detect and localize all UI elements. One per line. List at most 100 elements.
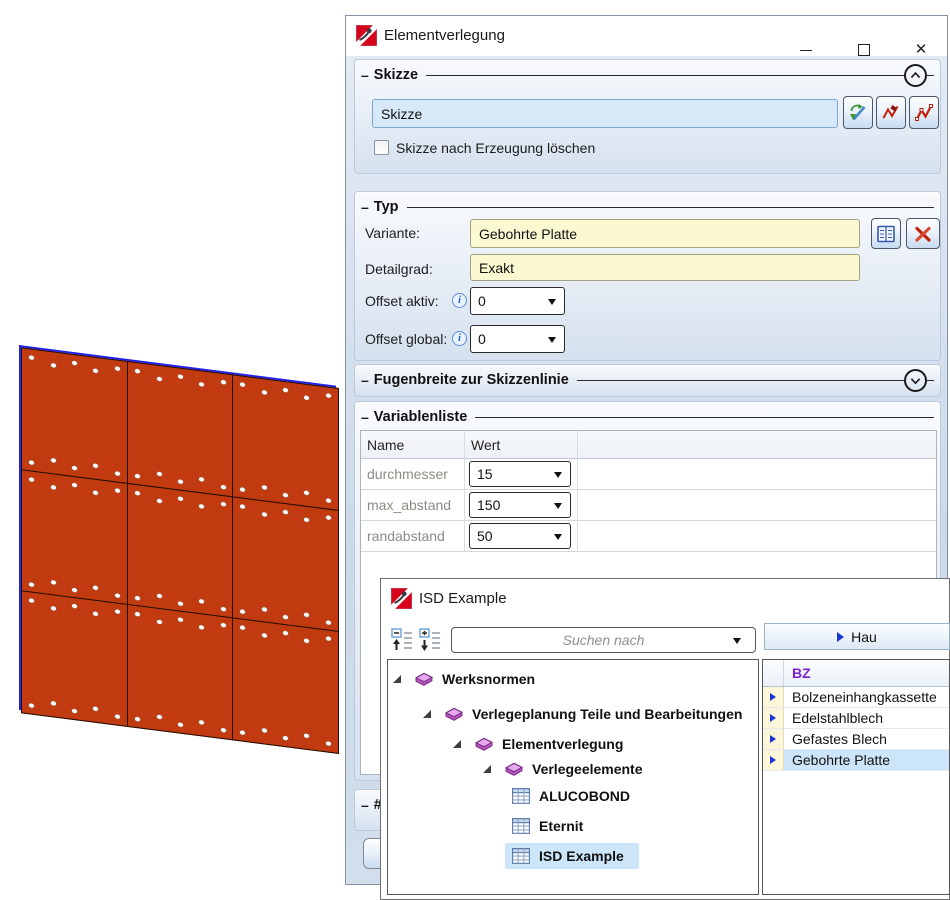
drill-hole	[157, 472, 162, 477]
plate-r1c1[interactable]	[127, 483, 234, 620]
catalog-select-button[interactable]	[871, 218, 901, 249]
chevron-down-icon	[733, 638, 741, 644]
table-icon	[512, 848, 530, 864]
apply-sketch-button[interactable]	[843, 96, 873, 129]
detailgrad-field[interactable]: Exakt	[470, 254, 860, 281]
plate-r2c0[interactable]	[21, 590, 128, 727]
drill-hole	[115, 488, 120, 493]
drill-hole	[72, 604, 77, 609]
collapse-all-button[interactable]	[391, 628, 413, 652]
drill-hole	[29, 477, 34, 482]
list-row-gebohrte-platte[interactable]: Gebohrte Platte	[763, 750, 949, 771]
drill-hole	[326, 620, 331, 625]
tree-expanded-icon[interactable]	[392, 674, 402, 684]
tree-item-elementverlegung[interactable]: Elementverlegung	[388, 731, 758, 757]
search-combobox[interactable]: Suchen nach	[451, 627, 756, 653]
info-icon: i	[452, 331, 467, 346]
drill-hole	[240, 730, 245, 735]
tree-item-verlegeelemente[interactable]: Verlegeelemente	[388, 756, 758, 782]
group-typ: – Typ Variante: Gebohrte Platte	[354, 191, 941, 361]
plate-r1c0[interactable]	[21, 469, 128, 606]
tree-expanded-icon[interactable]	[482, 764, 492, 774]
book-icon	[505, 761, 523, 777]
tree-expanded-icon[interactable]	[422, 709, 432, 719]
plate-r0c1[interactable]	[127, 361, 234, 498]
drill-hole	[326, 515, 331, 520]
delete-x-icon	[913, 224, 933, 244]
plate-r2c1[interactable]	[127, 604, 234, 741]
new-sketch-button[interactable]	[909, 96, 939, 129]
plate-r0c0[interactable]	[21, 347, 128, 484]
titlebar[interactable]: ISD Example	[381, 579, 949, 617]
drill-hole	[93, 585, 98, 590]
drill-hole	[221, 380, 226, 385]
list-row-gefastes-blech[interactable]: Gefastes Blech	[763, 729, 949, 750]
tree-item-eternit[interactable]: Eternit	[388, 813, 758, 839]
section-title-variablenliste: Variablenliste	[374, 409, 468, 425]
drill-hole	[135, 474, 140, 479]
drill-hole	[115, 471, 120, 476]
expand-all-button[interactable]	[419, 628, 441, 652]
variable-value-dropdown[interactable]: 15	[469, 461, 571, 487]
group-fugenbreite: – Fugenbreite zur Skizzenlinie	[354, 364, 941, 397]
row-arrow-icon	[770, 693, 776, 701]
drill-hole	[199, 599, 204, 604]
drill-hole	[157, 377, 162, 382]
drill-hole	[262, 390, 267, 395]
offset-aktiv-dropdown[interactable]: 0	[470, 287, 565, 315]
column-header-button[interactable]: Hau	[764, 623, 950, 650]
remove-variante-button[interactable]	[906, 218, 940, 249]
tree-item-label: ALUCOBOND	[539, 783, 630, 809]
drill-hole	[262, 607, 267, 612]
drill-hole	[199, 625, 204, 630]
chevron-down-icon	[554, 534, 562, 540]
variable-value-dropdown[interactable]: 50	[469, 523, 571, 549]
drill-hole	[199, 477, 204, 482]
delete-sketch-checkbox[interactable]	[374, 140, 389, 155]
row-arrow-icon	[770, 735, 776, 743]
drill-hole	[326, 393, 331, 398]
book-icon	[445, 706, 463, 722]
tree-item-isd-example[interactable]: ISD Example	[388, 843, 758, 869]
dialog-title: Elementverlegung	[384, 27, 505, 44]
variable-name: max_abstand	[367, 497, 451, 513]
drill-hole	[304, 491, 309, 496]
list-row-edelstahlblech[interactable]: Edelstahlblech	[763, 708, 949, 729]
table-icon	[512, 818, 530, 834]
drill-hole	[240, 504, 245, 509]
tree-item-alucobond[interactable]: ALUCOBOND	[388, 783, 758, 809]
drill-hole	[304, 518, 309, 523]
titlebar[interactable]: Elementverlegung ✕	[346, 16, 947, 56]
tree-expanded-icon[interactable]	[452, 739, 462, 749]
plate-r0c2[interactable]	[232, 374, 339, 511]
plate-r2c2[interactable]	[232, 617, 339, 754]
list-header-row: BZ	[763, 660, 949, 687]
drill-hole	[178, 479, 183, 484]
play-arrow-icon	[837, 632, 844, 642]
drill-hole	[135, 717, 140, 722]
drill-hole	[51, 606, 56, 611]
drill-hole	[199, 504, 204, 509]
drill-hole	[304, 734, 309, 739]
list-row-bolzeneinhangkassette[interactable]: Bolzeneinhangkassette	[763, 687, 949, 708]
3d-viewport-panels[interactable]	[19, 345, 336, 751]
offset-global-dropdown[interactable]: 0	[470, 325, 565, 353]
plate-r1c2[interactable]	[232, 496, 339, 633]
expand-section-button[interactable]	[904, 369, 927, 392]
tree-item-verlegeplanung-teile-und-bearbeitungen[interactable]: Verlegeplanung Teile und Bearbeitungen	[388, 701, 758, 727]
tree-item-label: Elementverlegung	[502, 731, 623, 757]
skizze-input[interactable]: Skizze	[372, 99, 838, 128]
drill-hole	[135, 596, 140, 601]
collapse-section-button[interactable]	[904, 64, 927, 87]
drill-hole	[304, 613, 309, 618]
variable-value-dropdown[interactable]: 150	[469, 492, 571, 518]
drill-hole	[199, 720, 204, 725]
drill-hole	[93, 611, 98, 616]
variante-field[interactable]: Gebohrte Platte	[470, 219, 860, 248]
apply-sketch-icon	[848, 102, 868, 124]
edit-sketch-button[interactable]	[876, 96, 906, 129]
tree-item-werksnormen[interactable]: Werksnormen	[388, 666, 758, 692]
drill-hole	[72, 361, 77, 366]
drill-hole	[178, 722, 183, 727]
drill-hole	[240, 487, 245, 492]
